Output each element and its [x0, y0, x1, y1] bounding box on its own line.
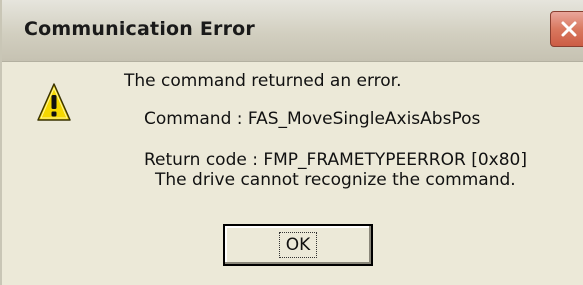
error-summary-text: The command returned an error. [124, 71, 402, 91]
dialog-body: The command returned an error. Command :… [2, 62, 583, 285]
close-icon [560, 20, 578, 38]
error-dialog: Communication Error The command returned… [0, 0, 583, 285]
command-text: Command : FAS_MoveSingleAxisAbsPos [144, 109, 481, 129]
dialog-title: Communication Error [24, 18, 255, 40]
error-description-text: The drive cannot recognize the command. [155, 170, 516, 190]
close-button[interactable] [550, 11, 583, 47]
ok-button[interactable]: OK [223, 224, 373, 266]
title-bar[interactable]: Communication Error [2, 0, 583, 62]
warning-icon [36, 82, 72, 124]
return-code-text: Return code : FMP_FRAMETYPEERROR [0x80] [144, 150, 527, 170]
ok-button-label: OK [278, 232, 318, 258]
